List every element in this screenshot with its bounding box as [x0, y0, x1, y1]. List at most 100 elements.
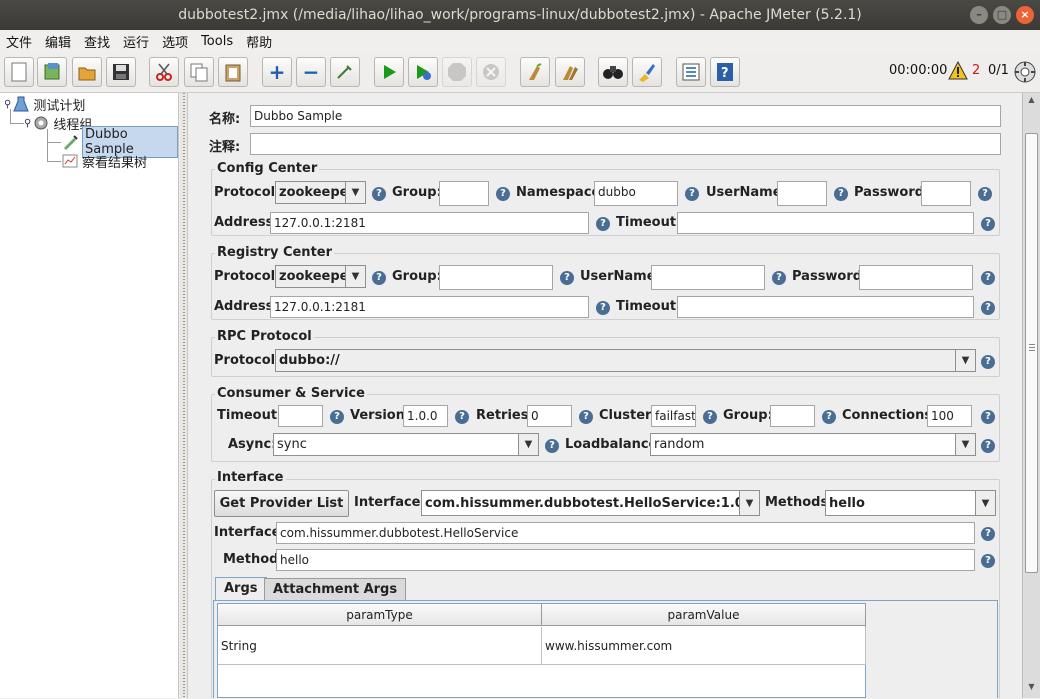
help-icon[interactable]: ?: [372, 271, 386, 285]
new-icon[interactable]: [4, 57, 34, 87]
vertical-scrollbar[interactable]: ▲ ▼: [1022, 93, 1040, 698]
cut-icon[interactable]: [149, 57, 179, 87]
method-field[interactable]: hello: [276, 549, 975, 571]
warning-icon[interactable]: [948, 60, 968, 85]
rc-username-field[interactable]: [651, 265, 765, 290]
help-icon[interactable]: ?: [596, 217, 610, 231]
help-icon[interactable]: ?: [579, 410, 593, 424]
rc-protocol-select[interactable]: zookeeper ▼: [275, 265, 366, 288]
toggle-icon[interactable]: [330, 57, 360, 87]
menu-edit[interactable]: 编辑: [45, 32, 71, 51]
help-icon[interactable]: ?: [560, 271, 574, 285]
menu-help[interactable]: 帮助: [246, 32, 272, 51]
help-icon[interactable]: ?: [703, 410, 717, 424]
reset-search-icon[interactable]: [632, 57, 662, 87]
function-helper-icon[interactable]: [676, 57, 706, 87]
help-icon[interactable]: ?: [710, 57, 740, 87]
rc-password-field[interactable]: [859, 265, 973, 290]
tree-item-results-tree[interactable]: 察看结果树: [62, 152, 147, 171]
scroll-up-icon[interactable]: ▲: [1025, 95, 1038, 109]
cs-cluster-field[interactable]: failfast: [651, 405, 696, 427]
help-icon[interactable]: ?: [496, 187, 510, 201]
help-icon[interactable]: ?: [372, 187, 386, 201]
tab-attachment-args[interactable]: Attachment Args: [264, 578, 407, 600]
rpc-protocol-select[interactable]: dubbo:// ▼: [275, 349, 976, 372]
clear-all-icon[interactable]: [555, 57, 585, 87]
tree-expander-icon[interactable]: ⚲: [24, 118, 31, 129]
open-icon[interactable]: [72, 57, 102, 87]
help-icon[interactable]: ?: [981, 217, 995, 231]
cs-loadbalance-select[interactable]: random ▼: [650, 433, 976, 456]
name-field[interactable]: Dubbo Sample: [250, 105, 1001, 127]
column-header-paramvalue[interactable]: paramValue: [542, 604, 866, 626]
menu-tools[interactable]: Tools: [201, 34, 233, 49]
help-icon[interactable]: ?: [330, 410, 344, 424]
cc-protocol-select[interactable]: zookeeper ▼: [275, 181, 366, 204]
templates-icon[interactable]: [37, 57, 67, 87]
collapse-icon[interactable]: −: [296, 57, 326, 87]
minimize-icon[interactable]: –: [970, 6, 988, 24]
help-icon[interactable]: ?: [981, 410, 995, 424]
stop-icon[interactable]: [442, 57, 472, 87]
cs-group-field[interactable]: [770, 405, 815, 427]
menu-run[interactable]: 运行: [123, 32, 149, 51]
clear-icon[interactable]: [520, 57, 550, 87]
start-icon[interactable]: [374, 57, 404, 87]
interface-field[interactable]: com.hissummer.dubbotest.HelloService: [276, 522, 975, 544]
help-icon[interactable]: ?: [545, 439, 559, 453]
cc-username-field[interactable]: [777, 181, 827, 206]
maximize-icon[interactable]: □: [993, 6, 1011, 24]
remote-engine-icon[interactable]: [1014, 61, 1036, 87]
tree-item-test-plan[interactable]: ⚲ 测试计划: [4, 95, 85, 114]
get-provider-list-button[interactable]: Get Provider List: [214, 490, 349, 517]
scrollbar-thumb[interactable]: [1025, 133, 1038, 573]
cc-timeout-field[interactable]: [677, 212, 974, 234]
menu-options[interactable]: 选项: [162, 32, 188, 51]
cc-address-field[interactable]: 127.0.0.1:2181: [270, 212, 589, 234]
help-icon[interactable]: ?: [978, 187, 992, 201]
rc-timeout-field[interactable]: [677, 296, 974, 318]
tree-item-dubbo-sample[interactable]: Dubbo Sample: [62, 126, 178, 158]
cs-version-field[interactable]: 1.0.0: [403, 405, 448, 427]
copy-icon[interactable]: [184, 57, 214, 87]
interfaces-select[interactable]: com.hissummer.dubbotest.HelloService:1.0…: [421, 490, 760, 516]
expand-icon[interactable]: +: [262, 57, 292, 87]
help-icon[interactable]: ?: [455, 410, 469, 424]
search-icon[interactable]: [598, 57, 628, 87]
help-icon[interactable]: ?: [981, 301, 995, 315]
cc-group-field[interactable]: [439, 181, 489, 206]
paste-icon[interactable]: [218, 57, 248, 87]
cs-connections-field[interactable]: 100: [927, 405, 972, 427]
rc-address-field[interactable]: 127.0.0.1:2181: [270, 296, 589, 318]
cc-password-field[interactable]: [921, 181, 971, 206]
rc-group-field[interactable]: [439, 265, 553, 290]
column-header-paramtype[interactable]: paramType: [218, 604, 542, 626]
table-cell[interactable]: www.hissummer.com: [542, 627, 866, 665]
help-icon[interactable]: ?: [834, 187, 848, 201]
save-icon[interactable]: [106, 57, 136, 87]
cs-async-select[interactable]: sync ▼: [273, 433, 539, 456]
cc-namespace-field[interactable]: dubbo: [594, 181, 678, 206]
panel-splitter[interactable]: [180, 93, 188, 698]
help-icon[interactable]: ?: [981, 439, 995, 453]
menu-search[interactable]: 查找: [84, 32, 110, 51]
help-icon[interactable]: ?: [772, 271, 786, 285]
help-icon[interactable]: ?: [981, 355, 995, 369]
methods-select[interactable]: hello ▼: [825, 490, 996, 516]
start-no-pause-icon[interactable]: [408, 57, 438, 87]
cs-timeout-field[interactable]: [278, 405, 323, 427]
tab-args[interactable]: Args: [215, 577, 267, 601]
help-icon[interactable]: ?: [981, 527, 995, 541]
help-icon[interactable]: ?: [822, 410, 836, 424]
help-icon[interactable]: ?: [596, 301, 610, 315]
table-cell[interactable]: String: [218, 627, 542, 665]
comment-field[interactable]: [250, 133, 1001, 155]
help-icon[interactable]: ?: [981, 271, 995, 285]
cs-retries-field[interactable]: 0: [527, 405, 572, 427]
shutdown-icon[interactable]: [476, 57, 506, 87]
close-icon[interactable]: ×: [1016, 6, 1034, 24]
tree-expander-icon[interactable]: ⚲: [4, 99, 11, 110]
scroll-down-icon[interactable]: ▼: [1025, 682, 1038, 696]
help-icon[interactable]: ?: [685, 187, 699, 201]
help-icon[interactable]: ?: [981, 554, 995, 568]
